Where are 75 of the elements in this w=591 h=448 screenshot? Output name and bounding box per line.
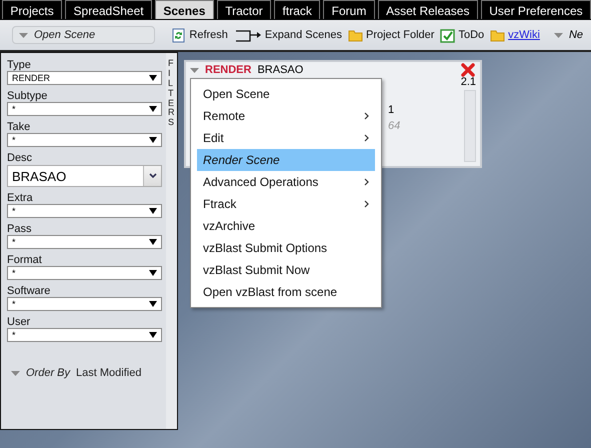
refresh-icon — [171, 28, 186, 42]
filters-tab[interactable]: FILTERS — [166, 53, 177, 429]
caret-icon — [19, 32, 28, 38]
tab[interactable]: Scenes — [154, 0, 214, 19]
filter-label: Type — [7, 59, 32, 71]
dropdown-arrow-icon — [149, 208, 157, 214]
menu-item[interactable]: Open Scene — [197, 83, 375, 105]
dropdown-arrow-icon — [149, 106, 157, 112]
toolbar-button[interactable]: ToDo — [458, 29, 484, 41]
menu-item[interactable]: vzBlast Submit Options — [197, 237, 375, 259]
menu-item[interactable]: Render Scene — [197, 149, 375, 171]
dropdown-arrow-icon — [149, 332, 157, 338]
filter-label: User — [7, 316, 32, 328]
filter-dropdown[interactable]: RENDER — [7, 71, 162, 85]
caret-icon — [190, 68, 199, 72]
chevron-right-icon — [364, 112, 369, 120]
menu-item[interactable]: Remote — [197, 105, 375, 127]
scene-field: 1 — [388, 104, 438, 116]
close-icon[interactable] — [460, 62, 476, 78]
scene-version: 2.1 — [460, 76, 476, 88]
toolbar-menu[interactable]: Ne — [554, 29, 583, 41]
folder-icon — [490, 28, 506, 42]
filter-label: Pass — [7, 223, 32, 235]
filter-dropdown[interactable]: * — [7, 204, 162, 218]
tab[interactable]: Tractor — [216, 0, 272, 19]
tab[interactable]: Forum — [323, 0, 375, 19]
scene-menu-dropdown[interactable]: Open Scene — [12, 26, 156, 44]
menu-item[interactable]: vzBlast Submit Now — [197, 259, 375, 281]
tab[interactable]: SpreadSheet — [65, 0, 152, 19]
wiki-link[interactable]: vzWiki — [508, 29, 540, 41]
dropdown-arrow-icon — [149, 301, 157, 307]
tab[interactable]: ftrack — [274, 0, 320, 19]
filter-label: Extra — [7, 192, 34, 204]
chevron-right-icon — [364, 200, 369, 208]
menu-item[interactable]: Ftrack — [197, 193, 375, 215]
scene-type: RENDER — [205, 64, 252, 76]
filter-label: Software — [7, 285, 52, 297]
filter-label: Take — [7, 121, 32, 133]
filter-dropdown[interactable]: * — [7, 235, 162, 249]
checkbox-icon — [440, 28, 456, 42]
menu-item[interactable]: Advanced Operations — [197, 171, 375, 193]
filter-dropdown[interactable]: * — [7, 266, 162, 280]
tab[interactable]: Projects — [2, 0, 62, 19]
filter-label: Subtype — [7, 90, 48, 102]
menu-item[interactable]: Open vzBlast from scene — [197, 281, 375, 303]
filter-dropdown[interactable]: * — [7, 328, 162, 342]
menu-item[interactable]: vzArchive — [197, 215, 375, 237]
tab[interactable]: User Preferences — [480, 0, 591, 19]
folder-icon — [348, 28, 363, 42]
toolbar-button[interactable]: Refresh — [189, 29, 228, 41]
filter-dropdown[interactable]: * — [7, 297, 162, 311]
scene-desc: BRASAO — [257, 64, 304, 76]
dropdown-arrow-icon — [149, 75, 157, 81]
filter-combo-box[interactable]: BRASAO — [7, 165, 162, 187]
tab[interactable]: Asset Releases — [378, 0, 478, 19]
scene-field: 64 — [388, 120, 438, 132]
chevron-down-icon — [148, 173, 156, 179]
chevron-right-icon — [364, 178, 369, 186]
order-by-label[interactable]: Order By — [26, 367, 70, 379]
filter-dropdown[interactable]: * — [7, 133, 162, 147]
dropdown-arrow-icon — [149, 239, 157, 245]
dropdown-arrow-icon — [149, 270, 157, 276]
toolbar-button[interactable]: Project Folder — [366, 29, 434, 41]
dropdown-arrow-icon — [149, 137, 157, 143]
filter-label: Format — [7, 254, 43, 266]
expand-arrow-icon — [234, 28, 262, 42]
caret-icon — [11, 370, 20, 376]
filter-dropdown[interactable]: * — [7, 102, 162, 116]
toolbar-button[interactable]: Expand Scenes — [264, 29, 342, 41]
scrollbar[interactable] — [464, 90, 476, 162]
filter-label: Desc — [7, 152, 34, 164]
order-by-value: Last Modified — [76, 367, 142, 379]
caret-icon — [554, 32, 563, 38]
chevron-right-icon — [364, 134, 369, 142]
menu-item[interactable]: Edit — [197, 127, 375, 149]
